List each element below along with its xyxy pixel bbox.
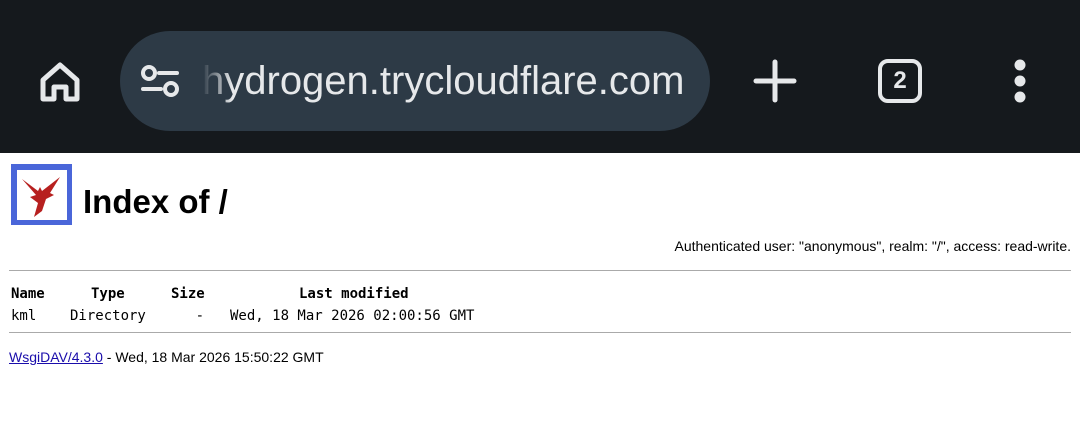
entry-size: - — [195, 308, 204, 324]
page-title: Index of / — [83, 183, 228, 220]
menu-button[interactable] — [998, 56, 1042, 106]
site-info-button[interactable] — [138, 59, 182, 103]
tune-icon — [141, 65, 179, 97]
column-header-size[interactable]: Size — [166, 283, 230, 305]
page-content: Index of / Authenticated user: "anonymou… — [0, 153, 1080, 426]
divider-top — [9, 270, 1071, 271]
column-header-name[interactable]: Name — [11, 283, 70, 305]
entry-name[interactable]: kml — [11, 305, 70, 327]
tab-switcher-button[interactable]: 2 — [872, 56, 928, 106]
footer: WsgiDAV/4.3.0 - Wed, 18 Mar 2026 15:50:2… — [9, 349, 324, 365]
plus-icon — [753, 59, 797, 103]
entry-type: Directory — [70, 308, 146, 324]
home-icon — [40, 62, 80, 102]
tab-switcher-icon: 2 — [878, 59, 922, 103]
wsgidav-link[interactable]: WsgiDAV/4.3.0 — [9, 349, 103, 365]
divider-bottom — [9, 332, 1071, 333]
more-vert-icon — [1014, 59, 1026, 103]
bird-logo-icon — [21, 176, 60, 217]
header-row: Name Type Size Last modified — [11, 283, 474, 305]
wsgidav-logo — [11, 164, 72, 225]
footer-timestamp: - Wed, 18 Mar 2026 15:50:22 GMT — [102, 349, 324, 365]
column-header-modified[interactable]: Last modified — [230, 283, 474, 305]
entry-modified: Wed, 18 Mar 2026 02:00:56 GMT — [230, 308, 475, 324]
home-button[interactable] — [30, 52, 90, 112]
directory-listing: Name Type Size Last modified kml Directo… — [11, 283, 474, 327]
tab-count: 2 — [893, 67, 907, 94]
table-row: kml Directory - Wed, 18 Mar 2026 02:00:5… — [11, 305, 474, 327]
address-bar[interactable]: hydrogen.trycloudflare.com — [120, 31, 710, 131]
auth-info: Authenticated user: "anonymous", realm: … — [674, 238, 1072, 254]
column-header-type[interactable]: Type — [70, 283, 166, 305]
url-text[interactable]: hydrogen.trycloudflare.com — [202, 31, 690, 131]
new-tab-button[interactable] — [748, 54, 802, 108]
browser-toolbar: hydrogen.trycloudflare.com 2 — [0, 0, 1080, 153]
